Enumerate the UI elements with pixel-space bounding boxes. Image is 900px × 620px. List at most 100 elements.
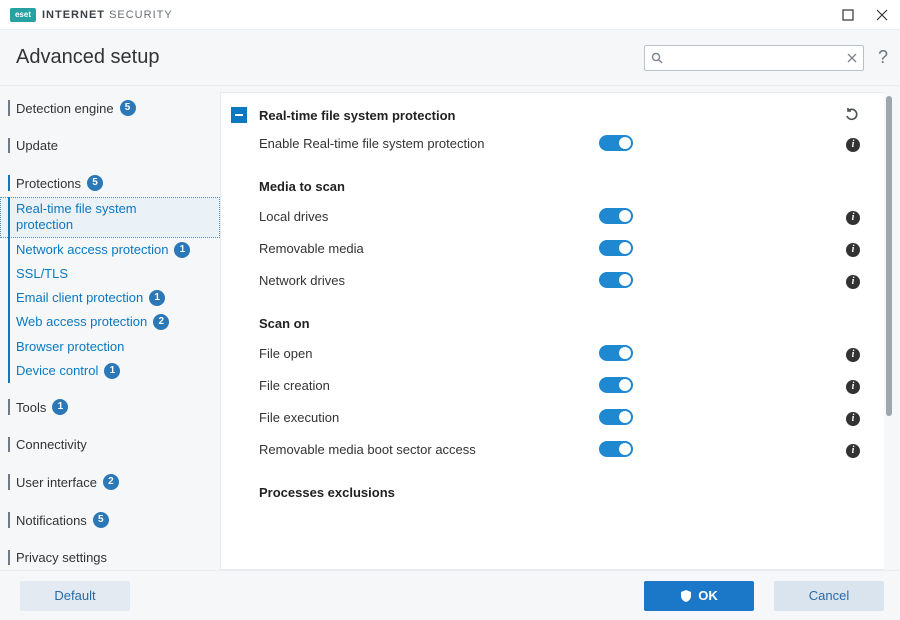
- info-col: i: [840, 408, 860, 426]
- sidebar-subitem-device[interactable]: Device control1: [0, 359, 220, 383]
- info-col: i: [840, 207, 860, 225]
- scrollbar-track[interactable]: [884, 92, 894, 570]
- scan-row: File creationi: [231, 369, 860, 401]
- info-icon[interactable]: i: [846, 211, 860, 225]
- window-close-button[interactable]: [872, 5, 892, 25]
- sidebar-item-privacy[interactable]: Privacy settings: [0, 544, 220, 570]
- sidebar-item-protections[interactable]: Protections5: [0, 169, 220, 197]
- default-button[interactable]: Default: [20, 581, 130, 611]
- toggle-col: [599, 441, 659, 457]
- info-col: i: [840, 134, 860, 152]
- section-title: Real-time file system protection: [259, 108, 832, 123]
- toggle-switch[interactable]: [599, 377, 633, 393]
- sidebar-item-label: Notifications: [16, 513, 87, 528]
- setting-label: Removable media: [259, 241, 589, 256]
- setting-label: Local drives: [259, 209, 589, 224]
- group-media-title: Media to scan: [231, 159, 860, 200]
- toggle-switch[interactable]: [599, 272, 633, 288]
- setting-label: Enable Real-time file system protection: [259, 136, 589, 151]
- sidebar-item-notif[interactable]: Notifications 5: [0, 506, 220, 534]
- sidebar-item-label: Detection engine: [16, 101, 114, 116]
- setting-label: Network drives: [259, 273, 589, 288]
- sidebar-item-tools[interactable]: Tools 1: [0, 393, 220, 421]
- undo-icon: [844, 107, 860, 123]
- toggle-col: [599, 135, 659, 151]
- ok-button[interactable]: OK: [644, 581, 754, 611]
- undo-button[interactable]: [844, 107, 860, 123]
- badge: 5: [87, 175, 103, 191]
- search-input[interactable]: [645, 46, 863, 70]
- sidebar-subitem-netaccess[interactable]: Network access protection1: [0, 238, 220, 262]
- brand-product-rest: SECURITY: [109, 9, 173, 21]
- sidebar-subitem-rtfs[interactable]: Real-time file system protection: [0, 197, 220, 238]
- badge: 1: [52, 399, 68, 415]
- sidebar-subitem-email[interactable]: Email client protection1: [0, 286, 220, 310]
- scan-row: File openi: [231, 337, 860, 369]
- info-icon[interactable]: i: [846, 348, 860, 362]
- toggle-switch[interactable]: [599, 208, 633, 224]
- sidebar-item-label: Email client protection: [16, 290, 143, 306]
- header: Advanced setup ?: [0, 30, 900, 86]
- scan-row: Removable media boot sector accessi: [231, 433, 860, 465]
- sidebar-item-label: Web access protection: [16, 314, 147, 330]
- media-row: Local drives i: [231, 200, 860, 232]
- sidebar-item-label: Connectivity: [16, 437, 87, 452]
- info-icon[interactable]: i: [846, 243, 860, 257]
- ok-button-label: OK: [698, 588, 718, 603]
- window-maximize-button[interactable]: [838, 5, 858, 25]
- sidebar-subitem-ssl[interactable]: SSL/TLS: [0, 262, 220, 286]
- search-field[interactable]: [644, 45, 864, 71]
- sidebar-item-label: User interface: [16, 475, 97, 490]
- content-scroll: Real-time file system protection Enable …: [221, 93, 884, 569]
- sidebar-subitem-web[interactable]: Web access protection 2: [0, 310, 220, 334]
- brand-product: INTERNET SECURITY: [42, 9, 173, 21]
- shield-icon: [680, 590, 692, 602]
- scan-row: File execution i: [231, 401, 860, 433]
- info-col: i: [840, 239, 860, 257]
- section-header: Real-time file system protection: [231, 103, 860, 127]
- toggle-switch[interactable]: [599, 441, 633, 457]
- help-button[interactable]: ?: [874, 47, 892, 68]
- sidebar-item-connect[interactable]: Connectivity: [0, 431, 220, 458]
- toggle-col: [599, 377, 659, 393]
- badge: 2: [153, 314, 169, 330]
- toggle-switch[interactable]: [599, 135, 633, 151]
- search-clear-button[interactable]: [847, 53, 857, 63]
- enable-row: Enable Real-time file system protection i: [231, 127, 860, 159]
- info-icon[interactable]: i: [846, 444, 860, 458]
- info-col: i: [840, 271, 860, 289]
- body: Detection engine5UpdateProtections5Real-…: [0, 86, 900, 570]
- sidebar-item-update[interactable]: Update: [0, 132, 220, 159]
- sidebar-item-ui[interactable]: User interface2: [0, 468, 220, 496]
- scrollbar-thumb[interactable]: [886, 96, 892, 416]
- page-title: Advanced setup: [16, 46, 159, 69]
- setting-label: File execution: [259, 410, 589, 425]
- toggle-switch[interactable]: [599, 345, 633, 361]
- toggle-switch[interactable]: [599, 409, 633, 425]
- toggle-switch[interactable]: [599, 240, 633, 256]
- info-icon[interactable]: i: [846, 412, 860, 426]
- badge: 1: [104, 363, 120, 379]
- toggle-col: [599, 409, 659, 425]
- sidebar-subitem-browser[interactable]: Browser protection: [0, 335, 220, 359]
- badge: 1: [174, 242, 190, 258]
- sidebar-item-label: Privacy settings: [16, 550, 107, 565]
- toggle-col: [599, 240, 659, 256]
- sidebar-item-detection[interactable]: Detection engine 5: [0, 94, 220, 122]
- info-icon[interactable]: i: [846, 275, 860, 289]
- cancel-button[interactable]: Cancel: [774, 581, 884, 611]
- badge: 5: [93, 512, 109, 528]
- brand: eset INTERNET SECURITY: [10, 8, 173, 22]
- collapse-toggle[interactable]: [231, 107, 247, 123]
- info-icon[interactable]: i: [846, 138, 860, 152]
- toggle-col: [599, 272, 659, 288]
- sidebar-item-label: SSL/TLS: [16, 266, 68, 282]
- sidebar-item-label: Update: [16, 138, 58, 153]
- info-col: i: [840, 440, 860, 458]
- sidebar: Detection engine 5 Update Protections5Real-…: [0, 86, 220, 570]
- info-icon[interactable]: i: [846, 380, 860, 394]
- sidebar-item-label: Tools: [16, 400, 46, 415]
- brand-logo: eset: [10, 8, 36, 22]
- badge: 5: [120, 100, 136, 116]
- media-row: Network drives i: [231, 264, 860, 296]
